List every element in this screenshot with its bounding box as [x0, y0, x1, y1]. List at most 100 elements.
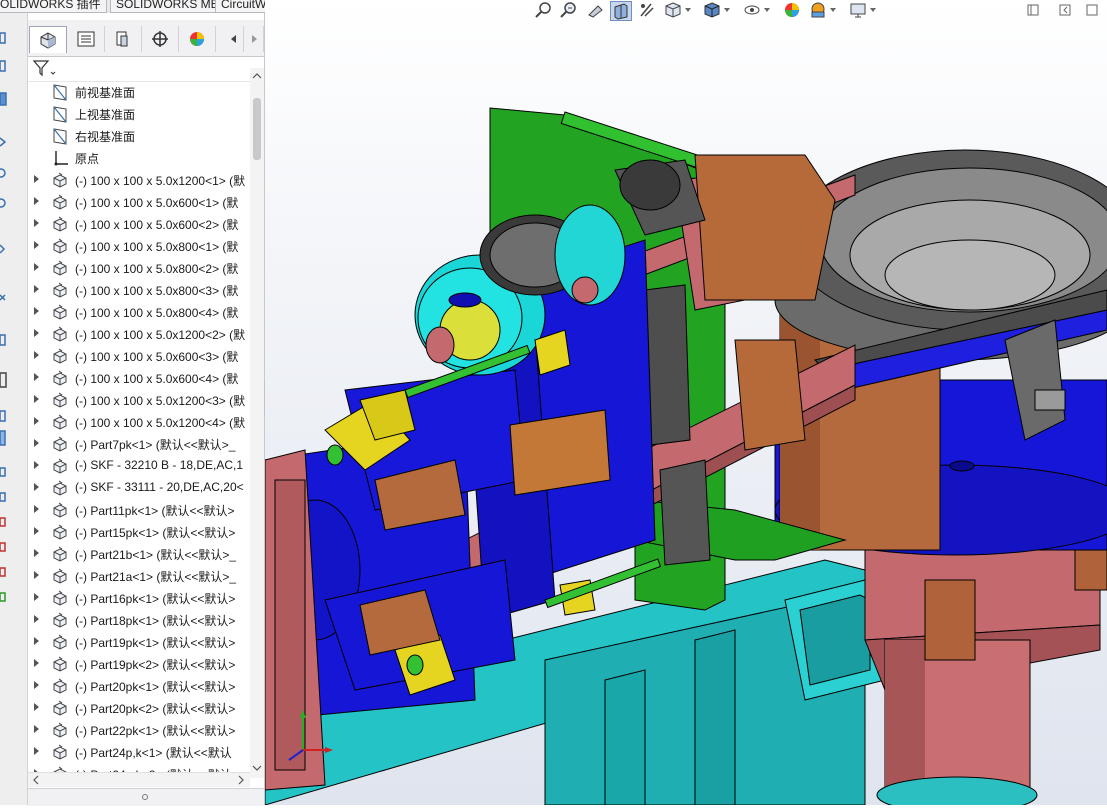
- expand-arrow-icon[interactable]: [34, 637, 39, 645]
- tree-item[interactable]: (-) Part22pk<1> (默认<<默认>: [28, 719, 250, 741]
- chevron-down-icon[interactable]: [685, 8, 691, 12]
- tab-solidworks-addins[interactable]: OLIDWORKS 插件: [0, 0, 107, 13]
- scroll-down-icon[interactable]: [250, 762, 264, 774]
- scroll-left-icon[interactable]: [30, 774, 42, 786]
- graphics-area[interactable]: [265, 0, 1107, 805]
- close-viewport-button[interactable]: [1082, 1, 1102, 19]
- chevron-down-icon[interactable]: [764, 8, 770, 12]
- expand-arrow-icon[interactable]: [34, 703, 39, 711]
- expand-arrow-icon[interactable]: [34, 483, 39, 491]
- configuration-manager-tab[interactable]: [105, 26, 142, 52]
- view-settings-button[interactable]: [848, 1, 868, 19]
- tree-item[interactable]: (-) Part21a<1> (默认<<默认>_: [28, 565, 250, 587]
- expand-arrow-icon[interactable]: [34, 615, 39, 623]
- expand-arrow-icon[interactable]: [34, 307, 39, 315]
- dynamic-annotation-button[interactable]: [637, 1, 657, 19]
- chevron-down-icon[interactable]: [724, 8, 730, 12]
- zoom-to-area-button[interactable]: [558, 1, 578, 19]
- tree-vertical-scrollbar[interactable]: [250, 68, 264, 778]
- section-view-button[interactable]: [610, 1, 632, 21]
- expand-arrow-icon[interactable]: [34, 725, 39, 733]
- expand-arrow-icon[interactable]: [34, 329, 39, 337]
- tree-item[interactable]: (-) 100 x 100 x 5.0x1200<1> (默: [28, 169, 250, 191]
- left-tool-icon: [0, 32, 6, 44]
- tree-item[interactable]: (-) 100 x 100 x 5.0x1200<4> (默: [28, 411, 250, 433]
- tree-item[interactable]: (-) 100 x 100 x 5.0x800<2> (默: [28, 257, 250, 279]
- part-icon: [53, 546, 67, 562]
- zoom-to-fit-button[interactable]: [533, 1, 553, 19]
- expand-arrow-icon[interactable]: [34, 593, 39, 601]
- tree-item[interactable]: (-) Part20pk<2> (默认<<默认>: [28, 697, 250, 719]
- tree-item[interactable]: (-) 100 x 100 x 5.0x600<4> (默: [28, 367, 250, 389]
- hide-show-items-button[interactable]: [742, 1, 762, 19]
- tree-item[interactable]: 前视基准面: [28, 81, 250, 103]
- tree-item[interactable]: (-) 100 x 100 x 5.0x1200<3> (默: [28, 389, 250, 411]
- apply-scene-button[interactable]: [808, 1, 828, 19]
- tree-item[interactable]: 原点: [28, 147, 250, 169]
- tree-item[interactable]: (-) 100 x 100 x 5.0x800<3> (默: [28, 279, 250, 301]
- property-manager-tab[interactable]: [68, 26, 105, 52]
- left-tool-icon: [0, 592, 6, 602]
- expand-arrow-icon[interactable]: [34, 417, 39, 425]
- scroll-up-icon[interactable]: [250, 70, 264, 82]
- tree-item[interactable]: (-) Part16pk<1> (默认<<默认>: [28, 587, 250, 609]
- tree-item[interactable]: (-) Part19pk<1> (默认<<默认>: [28, 631, 250, 653]
- expand-arrow-icon[interactable]: [34, 527, 39, 535]
- tree-item[interactable]: (-) Part11pk<1> (默认<<默认>: [28, 499, 250, 521]
- expand-arrow-icon[interactable]: [34, 175, 39, 183]
- expand-arrow-icon[interactable]: [34, 439, 39, 447]
- expand-arrow-icon[interactable]: [34, 681, 39, 689]
- tree-item[interactable]: (-) Part18pk<1> (默认<<默认>: [28, 609, 250, 631]
- tabs-scroll-right-button[interactable]: [244, 26, 264, 52]
- tree-item[interactable]: (-) 100 x 100 x 5.0x600<3> (默: [28, 345, 250, 367]
- tree-item[interactable]: (-) 100 x 100 x 5.0x800<1> (默: [28, 235, 250, 257]
- edit-appearance-button[interactable]: [782, 1, 802, 19]
- tree-item[interactable]: (-) 100 x 100 x 5.0x600<1> (默: [28, 191, 250, 213]
- expand-arrow-icon[interactable]: [34, 571, 39, 579]
- tree-item[interactable]: (-) Part21b<1> (默认<<默认>_: [28, 543, 250, 565]
- expand-arrow-icon[interactable]: [34, 241, 39, 249]
- tree-item[interactable]: (-) SKF - 32210 B - 18,DE,AC,1: [28, 455, 250, 477]
- expand-arrow-icon[interactable]: [34, 395, 39, 403]
- expand-arrow-icon[interactable]: [34, 351, 39, 359]
- tree-item[interactable]: (-) Part15pk<1> (默认<<默认>: [28, 521, 250, 543]
- expand-arrow-icon[interactable]: [34, 285, 39, 293]
- tree-horizontal-scrollbar[interactable]: [28, 772, 250, 787]
- tree-item-label: (-) Part21b<1> (默认<<默认>_: [75, 548, 237, 562]
- tree-item[interactable]: 右视基准面: [28, 125, 250, 147]
- display-manager-tab[interactable]: [179, 26, 216, 52]
- tree-item[interactable]: (-) Part7pk<1> (默认<<默认>_: [28, 433, 250, 455]
- tree-item[interactable]: (-) 100 x 100 x 5.0x1200<2> (默: [28, 323, 250, 345]
- expand-arrow-icon[interactable]: [34, 659, 39, 667]
- expand-arrow-icon[interactable]: [34, 373, 39, 381]
- expand-arrow-icon[interactable]: [34, 505, 39, 513]
- tree-scrollbar-thumb[interactable]: [253, 98, 261, 160]
- tree-item[interactable]: (-) SKF - 33111 - 20,DE,AC,20<: [28, 477, 250, 499]
- chevron-down-icon[interactable]: [830, 8, 836, 12]
- tree-item[interactable]: (-) 100 x 100 x 5.0x600<2> (默: [28, 213, 250, 235]
- tree-item-label: (-) SKF - 33111 - 20,DE,AC,20<: [75, 480, 244, 494]
- assembly-model[interactable]: [265, 0, 1107, 805]
- feature-tree-tab[interactable]: [29, 26, 67, 53]
- tabs-scroll-left-button[interactable]: [224, 26, 244, 52]
- tree-item[interactable]: (-) Part24p,k<1> (默认<<默认: [28, 741, 250, 763]
- tree-item[interactable]: (-) 100 x 100 x 5.0x800<4> (默: [28, 301, 250, 323]
- previous-view-button[interactable]: [585, 1, 605, 19]
- expand-arrow-icon[interactable]: [34, 197, 39, 205]
- resize-grip-icon[interactable]: [141, 793, 149, 801]
- maximize-viewport-button[interactable]: [1023, 1, 1043, 19]
- view-orientation-button[interactable]: [663, 1, 683, 19]
- expand-arrow-icon[interactable]: [34, 263, 39, 271]
- expand-arrow-icon[interactable]: [34, 461, 39, 469]
- chevron-down-icon[interactable]: [870, 8, 876, 12]
- restore-viewport-button[interactable]: [1055, 1, 1075, 19]
- dimxpert-manager-tab[interactable]: [142, 26, 179, 52]
- tree-item[interactable]: (-) Part19pk<2> (默认<<默认>: [28, 653, 250, 675]
- tree-item[interactable]: (-) Part20pk<1> (默认<<默认>: [28, 675, 250, 697]
- scroll-right-icon[interactable]: [235, 774, 247, 786]
- expand-arrow-icon[interactable]: [34, 747, 39, 755]
- expand-arrow-icon[interactable]: [34, 219, 39, 227]
- expand-arrow-icon[interactable]: [34, 549, 39, 557]
- display-style-button[interactable]: [702, 1, 722, 19]
- tree-item[interactable]: 上视基准面: [28, 103, 250, 125]
